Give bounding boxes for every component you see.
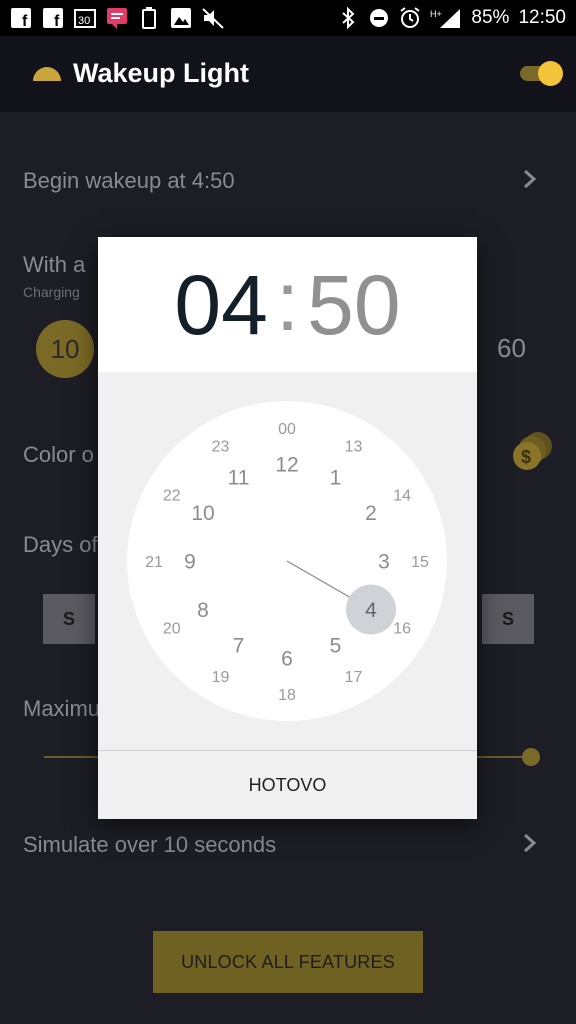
days-label: Days of bbox=[23, 532, 98, 557]
battery-percent: 85% bbox=[471, 7, 510, 28]
mute-icon bbox=[202, 7, 224, 29]
hour-7[interactable]: 7 bbox=[233, 635, 245, 658]
begin-wakeup-label[interactable]: Begin wakeup at 4:50 bbox=[23, 168, 235, 194]
status-bar: f f 30 H+ 85% 12:50 bbox=[0, 0, 576, 36]
hour-14[interactable]: 14 bbox=[393, 487, 411, 504]
hour-6[interactable]: 6 bbox=[281, 648, 293, 671]
day-button-saturday[interactable]: S bbox=[482, 594, 534, 644]
svg-text:30: 30 bbox=[78, 15, 90, 27]
network-type: H+ bbox=[430, 9, 442, 19]
app-bar: Wakeup Light bbox=[0, 36, 576, 112]
with-a-label: With a bbox=[23, 252, 86, 277]
hour-11[interactable]: 11 bbox=[228, 467, 250, 490]
hour-21[interactable]: 21 bbox=[145, 554, 163, 571]
done-button[interactable]: HOTOVO bbox=[98, 751, 477, 819]
hours-display[interactable]: 04 bbox=[174, 263, 267, 347]
hour-8[interactable]: 8 bbox=[197, 599, 209, 622]
alarm-icon bbox=[399, 7, 421, 29]
hour-9[interactable]: 9 bbox=[184, 551, 196, 574]
hour-3[interactable]: 3 bbox=[378, 551, 390, 574]
svg-text:f: f bbox=[22, 13, 28, 28]
hour-18[interactable]: 18 bbox=[278, 687, 296, 704]
svg-text:$: $ bbox=[521, 447, 531, 467]
signal-icon: H+ bbox=[430, 7, 462, 29]
duration-value-badge: 10 bbox=[36, 320, 94, 378]
hour-5[interactable]: 5 bbox=[330, 635, 342, 658]
facebook-icon: f bbox=[10, 7, 32, 29]
coins-icon[interactable]: $ bbox=[510, 430, 554, 474]
facebook-icon: f bbox=[42, 7, 64, 29]
brightness-slider-thumb[interactable] bbox=[522, 748, 540, 766]
sunrise-logo-icon bbox=[33, 67, 61, 81]
chevron-right-icon[interactable] bbox=[520, 832, 540, 854]
calendar-30-icon: 30 bbox=[74, 7, 96, 29]
svg-text:f: f bbox=[54, 13, 60, 28]
chevron-right-icon[interactable] bbox=[520, 168, 540, 190]
wakeup-toggle[interactable] bbox=[520, 61, 564, 86]
hour-00[interactable]: 00 bbox=[278, 421, 296, 438]
bluetooth-icon bbox=[337, 7, 359, 29]
hour-2[interactable]: 2 bbox=[365, 502, 377, 525]
toggle-thumb bbox=[538, 61, 563, 86]
app-title: Wakeup Light bbox=[73, 58, 249, 88]
hour-4[interactable]: 4 bbox=[365, 599, 377, 622]
hour-22[interactable]: 22 bbox=[163, 487, 181, 504]
hour-20[interactable]: 20 bbox=[163, 620, 181, 637]
charging-sublabel: Charging bbox=[23, 284, 80, 300]
hour-13[interactable]: 13 bbox=[345, 439, 363, 456]
time-display: 04 : 50 bbox=[98, 237, 477, 372]
maximum-label: Maximu bbox=[23, 696, 101, 721]
message-icon bbox=[106, 7, 128, 29]
hour-12[interactable]: 12 bbox=[275, 454, 298, 477]
time-separator: : bbox=[275, 253, 300, 348]
hour-23[interactable]: 23 bbox=[212, 439, 230, 456]
minutes-display[interactable]: 50 bbox=[307, 263, 400, 347]
hour-19[interactable]: 19 bbox=[212, 669, 230, 686]
clock-face[interactable]: 121234567891011 001314151617181920212223 bbox=[127, 401, 447, 721]
hour-1[interactable]: 1 bbox=[330, 467, 342, 490]
day-button-sunday[interactable]: S bbox=[43, 594, 95, 644]
hour-15[interactable]: 15 bbox=[411, 554, 429, 571]
hour-10[interactable]: 10 bbox=[191, 502, 214, 525]
image-icon bbox=[170, 7, 192, 29]
unlock-all-features-button[interactable]: UNLOCK ALL FEATURES bbox=[153, 931, 423, 993]
battery-icon bbox=[138, 7, 160, 29]
hour-16[interactable]: 16 bbox=[393, 620, 411, 637]
time-picker-dialog: 04 : 50 12 1 2 3 4 5 6 7 8 9 10 11 00 13 14 15 16 17 18 19… bbox=[98, 237, 477, 819]
hour-17[interactable]: 17 bbox=[345, 669, 363, 686]
do-not-disturb-icon bbox=[368, 7, 390, 29]
clock-time: 12:50 bbox=[518, 7, 566, 28]
color-label: Color o bbox=[23, 442, 94, 467]
duration-max-value: 60 bbox=[497, 333, 526, 363]
simulate-label[interactable]: Simulate over 10 seconds bbox=[23, 832, 276, 858]
